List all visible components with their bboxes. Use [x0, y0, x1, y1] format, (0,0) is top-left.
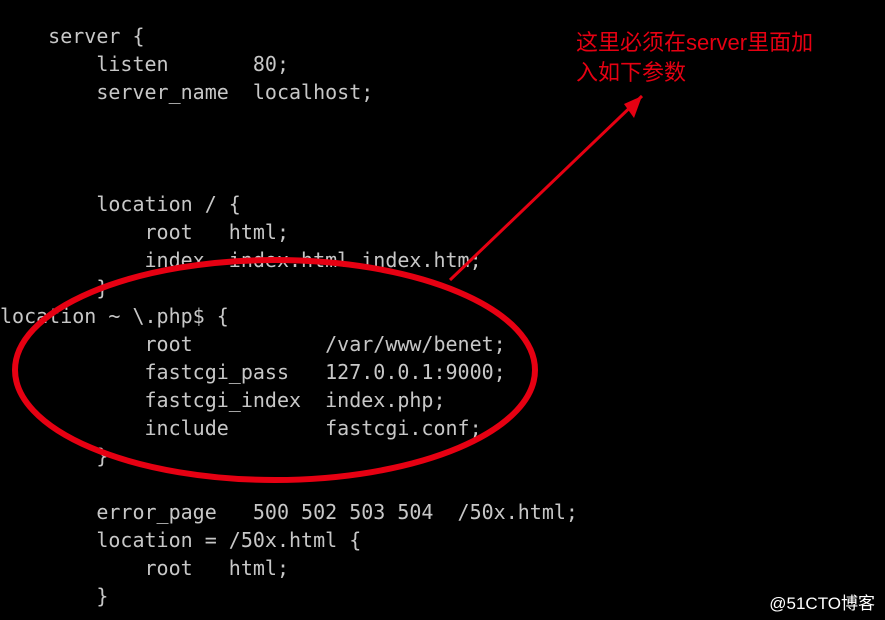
code-line: fastcgi_pass 127.0.0.1:9000;: [0, 360, 506, 384]
code-line: location = /50x.html {: [0, 528, 361, 552]
code-line: }: [0, 444, 108, 468]
arrow-head-icon: [624, 96, 642, 118]
code-line: include fastcgi.conf;: [0, 416, 482, 440]
code-line: root html;: [0, 556, 289, 580]
code-line: root html;: [0, 220, 289, 244]
code-line: listen 80;: [0, 52, 289, 76]
code-line: server_name localhost;: [0, 80, 373, 104]
code-line: fastcgi_index index.php;: [0, 388, 446, 412]
code-line: }: [0, 276, 108, 300]
nginx-config-code: server { listen 80; server_name localhos…: [0, 22, 578, 610]
code-line: }: [0, 584, 108, 608]
code-line: location ~ \.php$ {: [0, 304, 229, 328]
code-line: root /var/www/benet;: [0, 332, 506, 356]
annotation-text: 这里必须在server里面加 入如下参数: [576, 28, 813, 88]
code-line: server {: [0, 24, 145, 48]
code-line: index index.html index.htm;: [0, 248, 482, 272]
watermark-text: @51CTO博客: [769, 589, 875, 614]
code-line: error_page 500 502 503 504 /50x.html;: [0, 500, 578, 524]
code-line: location / {: [0, 192, 241, 216]
